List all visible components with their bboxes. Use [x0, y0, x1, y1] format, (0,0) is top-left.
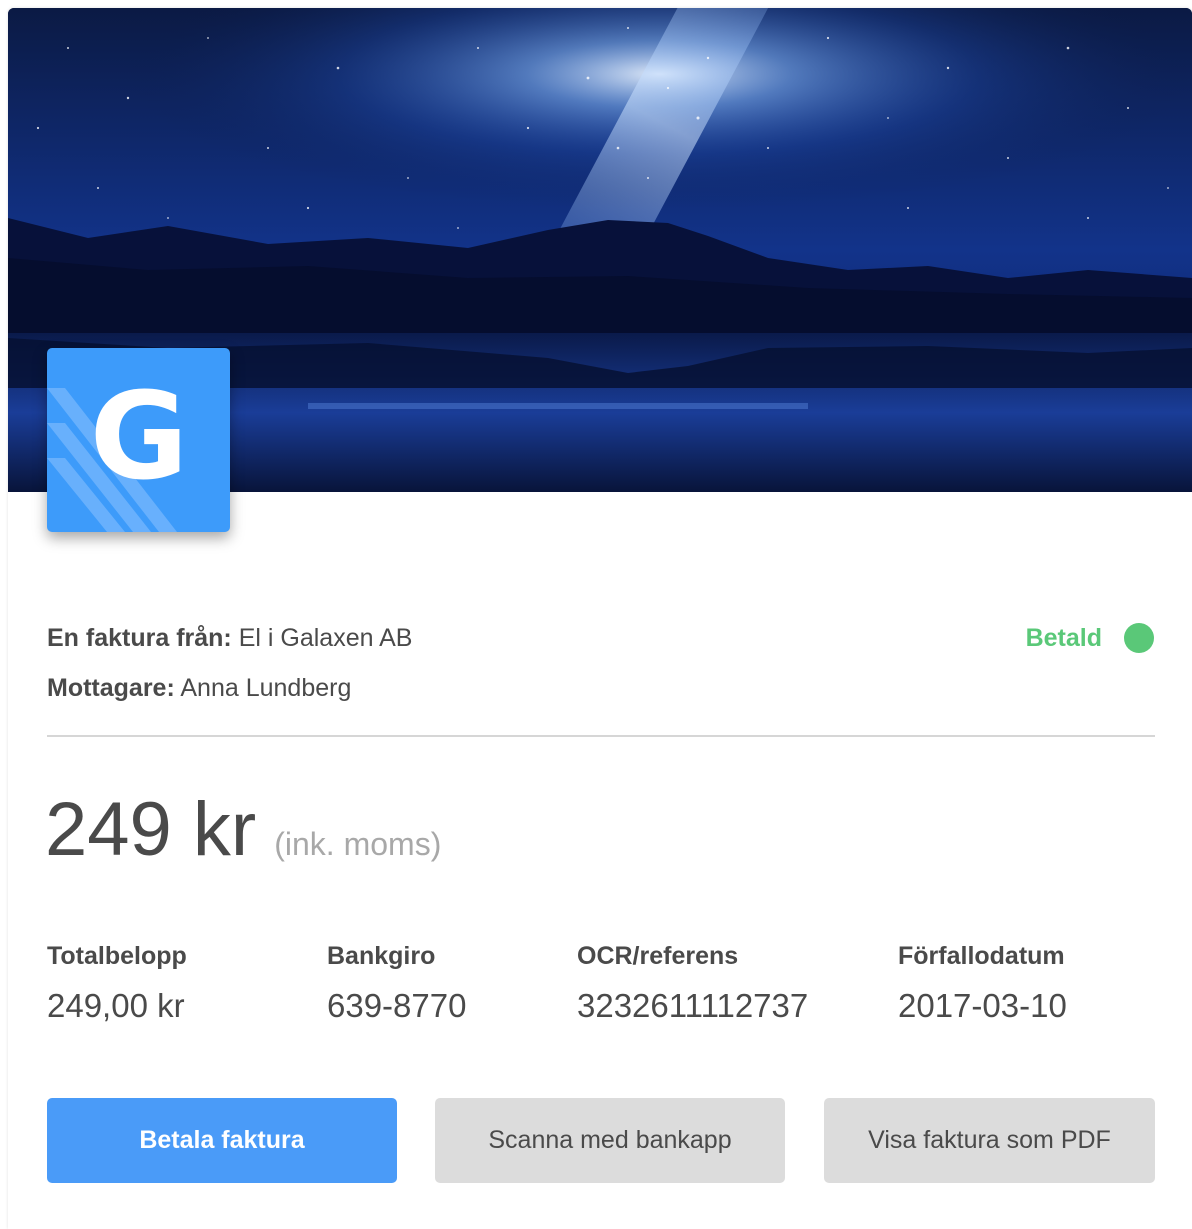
- fact-value: 3232611112737: [577, 987, 809, 1024]
- status-label: Betald: [1025, 623, 1102, 652]
- fact-due-date: Förfallodatum 2017-03-10: [898, 938, 1067, 1026]
- fact-label: Totalbelopp: [47, 942, 187, 970]
- payment-status: Betald: [1026, 620, 1154, 656]
- invoice-card: G En faktura från: El i Galaxen AB Motta…: [8, 8, 1192, 1229]
- fact-ocr: OCR/referens 3232611112737: [577, 938, 808, 1026]
- fact-label: Förfallodatum: [898, 942, 1065, 970]
- fact-value: 2017-03-10: [898, 987, 1067, 1024]
- sender-value: El i Galaxen AB: [238, 624, 413, 652]
- recipient-line: Mottagare: Anna Lundberg: [47, 670, 351, 706]
- status-dot-icon: [1124, 623, 1154, 653]
- recipient-value: Anna Lundberg: [180, 674, 352, 702]
- fact-value: 639-8770: [327, 987, 467, 1024]
- svg-text:G: G: [90, 368, 189, 507]
- divider: [47, 735, 1155, 737]
- scan-with-bank-app-button[interactable]: Scanna med bankapp: [435, 1098, 785, 1183]
- sender-line: En faktura från: El i Galaxen AB: [47, 620, 412, 656]
- view-pdf-button[interactable]: Visa faktura som PDF: [824, 1098, 1155, 1183]
- amount-display: 249 kr (ink. moms): [45, 780, 441, 880]
- invoice-facts: Totalbelopp 249,00 kr Bankgiro 639-8770 …: [8, 938, 1192, 1038]
- galaxen-logo-icon: G: [47, 348, 230, 532]
- fact-label: Bankgiro: [327, 942, 436, 970]
- amount-value: 249 kr: [45, 787, 257, 872]
- fact-label: OCR/referens: [577, 942, 739, 970]
- sender-label: En faktura från:: [47, 624, 232, 652]
- fact-value: 249,00 kr: [47, 987, 185, 1024]
- fact-bankgiro: Bankgiro 639-8770: [327, 938, 466, 1026]
- recipient-label: Mottagare:: [47, 674, 175, 702]
- fact-total: Totalbelopp 249,00 kr: [47, 938, 187, 1026]
- pay-invoice-button[interactable]: Betala faktura: [47, 1098, 397, 1183]
- amount-vat-note: (ink. moms): [274, 826, 442, 862]
